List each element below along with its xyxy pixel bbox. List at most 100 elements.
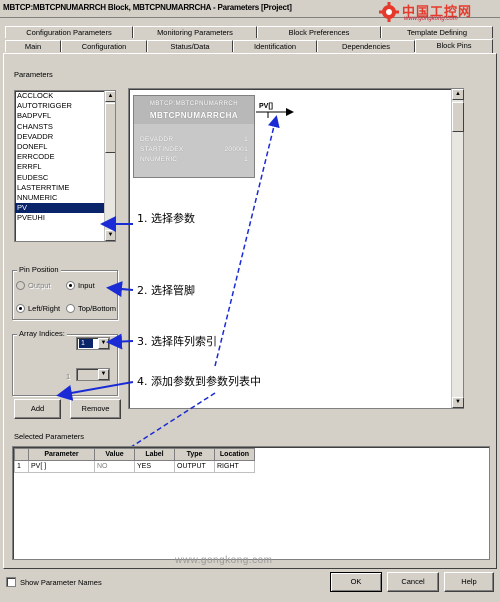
- scroll-thumb[interactable]: [452, 102, 464, 132]
- table-cell: OUTPUT: [174, 460, 215, 473]
- list-item[interactable]: ERRCODE: [15, 152, 115, 162]
- annotation-step-4: 4. 添加参数到参数列表中: [137, 375, 261, 388]
- input-radio[interactable]: [66, 281, 75, 290]
- tab-configuration-parameters[interactable]: Configuration Parameters: [5, 26, 133, 38]
- list-item[interactable]: LASTERRTIME: [15, 183, 115, 193]
- tab-status-data[interactable]: Status/Data: [147, 40, 233, 52]
- tab-label: Template Defining: [406, 28, 468, 37]
- leftright-radio[interactable]: [16, 304, 25, 313]
- tab-label: Block Pins: [436, 41, 472, 50]
- list-item[interactable]: DONEFL: [15, 142, 115, 152]
- scroll-down-icon[interactable]: ▼: [105, 230, 115, 241]
- window-title: MBTCP:MBTCPNUMARRCH Block, MBTCPNUMARRCH…: [3, 3, 292, 12]
- list-item[interactable]: PVEUHI: [15, 213, 115, 223]
- topbottom-label: Top/Bottom: [78, 304, 116, 313]
- topbottom-radio[interactable]: [66, 304, 75, 313]
- tab-label: Configuration: [81, 42, 127, 51]
- annotation-step-1: 1. 选择参数: [137, 212, 195, 225]
- list-item[interactable]: CHANSTS: [15, 122, 115, 132]
- tab-template-defining[interactable]: Template Defining: [381, 26, 493, 38]
- scroll-thumb[interactable]: [105, 103, 115, 153]
- table-cell: PV[ ]: [28, 460, 95, 473]
- tab-block-preferences[interactable]: Block Preferences: [257, 26, 381, 38]
- tab-label: Status/Data: [170, 42, 210, 51]
- block-field-value: 1: [244, 156, 248, 163]
- list-scrollbar[interactable]: ▲ ▼: [104, 91, 115, 241]
- tab-label: Identification: [253, 42, 297, 51]
- list-item[interactable]: BADPVFL: [15, 111, 115, 121]
- tab-configuration[interactable]: Configuration: [61, 40, 147, 52]
- array-index-value: 1: [79, 339, 93, 348]
- list-item[interactable]: NNUMERIC: [15, 193, 115, 203]
- array-index-select[interactable]: 1 ▼: [76, 337, 110, 350]
- scroll-up-icon[interactable]: ▲: [105, 91, 115, 102]
- selected-parameters-table[interactable]: Parameter Value Label Type Location 1 PV…: [14, 448, 255, 473]
- output-radio[interactable]: [16, 281, 25, 290]
- logo-url: www.gongkong.com: [404, 16, 458, 22]
- list-item[interactable]: EUDESC: [15, 173, 115, 183]
- tab-label: Monitoring Parameters: [157, 28, 233, 37]
- tab-row-1: Configuration Parameters Monitoring Para…: [5, 26, 495, 38]
- tab-block-pins[interactable]: Block Pins: [415, 39, 493, 53]
- gear-icon: [379, 2, 399, 22]
- column-header[interactable]: Label: [134, 448, 175, 461]
- array-indices-label: Array Indices:: [17, 329, 67, 338]
- canvas-scrollbar[interactable]: ▲ ▼: [451, 89, 464, 408]
- tab-label: Main: [24, 42, 42, 51]
- tab-label: Dependencies: [342, 42, 390, 51]
- column-header[interactable]: Value: [94, 448, 135, 461]
- column-header[interactable]: Parameter: [28, 448, 95, 461]
- leftright-label: Left/Right: [28, 304, 61, 313]
- chevron-down-icon[interactable]: ▼: [98, 369, 109, 380]
- help-button[interactable]: Help: [444, 572, 494, 592]
- tab-label: Configuration Parameters: [26, 28, 112, 37]
- column-header[interactable]: [14, 448, 29, 461]
- column-header[interactable]: Location: [214, 448, 255, 461]
- tab-monitoring-parameters[interactable]: Monitoring Parameters: [133, 26, 257, 38]
- array-index-2-label: 1: [66, 372, 71, 381]
- watermark: www.gongkong.com: [175, 555, 273, 566]
- list-item[interactable]: AUTOTRIGGER: [15, 101, 115, 111]
- block-field-name: DEVADDR: [140, 136, 174, 143]
- table-cell: 1: [14, 460, 29, 473]
- ok-button[interactable]: OK: [330, 572, 382, 592]
- output-label: Output: [28, 281, 51, 290]
- input-label: Input: [78, 281, 95, 290]
- tab-identification[interactable]: Identification: [233, 40, 317, 52]
- parameters-label: Parameters: [14, 70, 53, 79]
- annotation-step-3: 3. 选择阵列索引: [137, 335, 217, 348]
- remove-button[interactable]: Remove: [70, 399, 121, 419]
- block-field-name: NNUMERIC: [140, 156, 178, 163]
- table-cell: YES: [134, 460, 175, 473]
- tab-label: Block Preferences: [288, 28, 350, 37]
- block-field-name: STARTINDEX: [140, 146, 184, 153]
- list-item[interactable]: ERRFL: [15, 162, 115, 172]
- annotation-step-2: 2. 选择管脚: [137, 284, 195, 297]
- list-item-selected[interactable]: PV: [15, 203, 115, 214]
- column-header[interactable]: Type: [174, 448, 215, 461]
- scroll-down-icon[interactable]: ▼: [452, 397, 464, 408]
- add-button[interactable]: Add: [14, 399, 61, 419]
- parameters-list[interactable]: ACCLOCK AUTOTRIGGER BADPVFL CHANSTS DEVA…: [14, 90, 116, 242]
- site-logo: 中国工控网 www.gongkong.com: [378, 0, 498, 24]
- block-field-value: 1: [244, 136, 248, 143]
- table-row[interactable]: 1 PV[ ] NO YES OUTPUT RIGHT: [14, 460, 255, 473]
- pin-position-label: Pin Position: [17, 265, 61, 274]
- selected-parameters-label: Selected Parameters: [14, 432, 85, 441]
- block-name: MBTCPNUMARRCHA: [149, 111, 239, 120]
- chevron-down-icon[interactable]: ▼: [98, 338, 109, 349]
- block-field-value: 200001: [224, 146, 248, 153]
- list-item[interactable]: DEVADDR: [15, 132, 115, 142]
- list-item[interactable]: ACCLOCK: [15, 91, 115, 101]
- tab-dependencies[interactable]: Dependencies: [317, 40, 415, 52]
- function-block[interactable]: MBTCP:MBTCPNUMARRCH MBTCPNUMARRCHA DEVAD…: [133, 95, 255, 178]
- show-parameter-names-checkbox[interactable]: [6, 577, 16, 587]
- table-cell: NO: [94, 460, 135, 473]
- tab-main[interactable]: Main: [5, 40, 61, 52]
- table-cell: RIGHT: [214, 460, 255, 473]
- tab-row-2: Main Configuration Status/Data Identific…: [5, 39, 495, 53]
- array-index-2-select[interactable]: ▼: [76, 368, 110, 381]
- cancel-button[interactable]: Cancel: [387, 572, 439, 592]
- block-type: MBTCP:MBTCPNUMARRCH: [149, 101, 239, 107]
- scroll-up-icon[interactable]: ▲: [452, 89, 464, 100]
